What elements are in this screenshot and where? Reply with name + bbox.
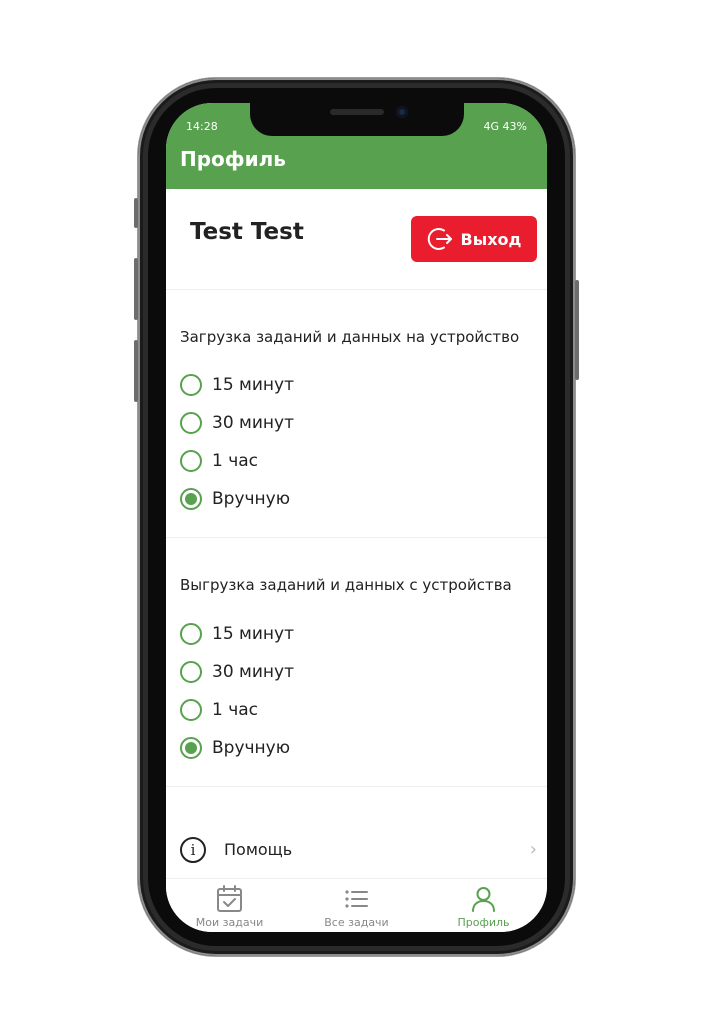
tab-label: Профиль xyxy=(457,916,510,929)
radio-button[interactable] xyxy=(180,699,202,721)
radio-label: 15 минут xyxy=(212,624,294,644)
mute-switch xyxy=(134,198,138,228)
logout-button[interactable]: Выход xyxy=(411,216,537,262)
radio-button[interactable] xyxy=(180,661,202,683)
radio-label: 30 минут xyxy=(212,662,294,682)
download-option-manual[interactable]: Вручную xyxy=(180,484,290,514)
radio-button-selected[interactable] xyxy=(180,488,202,510)
download-option-15min[interactable]: 15 минут xyxy=(180,370,294,400)
volume-down-button xyxy=(134,340,138,402)
download-section: Загрузка заданий и данных на устройство … xyxy=(166,290,547,538)
list-icon xyxy=(345,890,368,908)
radio-button[interactable] xyxy=(180,374,202,396)
status-time: 14:28 xyxy=(186,120,218,133)
tab-all-tasks[interactable]: Все задачи xyxy=(293,879,420,932)
calendar-check-icon xyxy=(217,885,242,912)
radio-label: Вручную xyxy=(212,489,291,509)
status-network: 4G 43% xyxy=(483,120,527,133)
radio-label: 30 минут xyxy=(212,413,294,433)
download-option-1hour[interactable]: 1 час xyxy=(180,446,258,476)
upload-section-title: Выгрузка заданий и данных с устройства xyxy=(180,576,512,594)
chevron-right-icon: › xyxy=(529,839,537,860)
upload-option-1hour[interactable]: 1 час xyxy=(180,695,258,725)
tab-bar: Мои задачи Все задачи Профиль xyxy=(166,878,547,932)
radio-label: 15 минут xyxy=(212,375,294,395)
download-option-30min[interactable]: 30 минут xyxy=(180,408,294,438)
radio-label: 1 час xyxy=(212,700,259,720)
page-title: Профиль xyxy=(180,147,286,171)
tab-my-tasks[interactable]: Мои задачи xyxy=(166,879,293,932)
radio-label: Вручную xyxy=(212,738,291,758)
download-section-title: Загрузка заданий и данных на устройство xyxy=(180,328,520,346)
logout-icon xyxy=(427,228,452,250)
tab-label: Все задачи xyxy=(324,916,389,929)
tab-label: Мои задачи xyxy=(195,916,264,929)
app-header: Профиль xyxy=(166,133,547,189)
user-name: Test Test xyxy=(190,219,304,245)
logout-label: Выход xyxy=(460,229,522,249)
upload-option-manual[interactable]: Вручную xyxy=(180,733,290,763)
profile-row: Test Test Выход xyxy=(166,189,547,290)
radio-button[interactable] xyxy=(180,450,202,472)
phone-screen: 14:28 4G 43% Профиль Test Test Выход Заг… xyxy=(166,103,547,932)
radio-button[interactable] xyxy=(180,412,202,434)
upload-option-15min[interactable]: 15 минут xyxy=(180,619,294,649)
radio-button-selected[interactable] xyxy=(180,737,202,759)
upload-option-30min[interactable]: 30 минут xyxy=(180,657,294,687)
volume-up-button xyxy=(134,258,138,320)
tab-profile[interactable]: Профиль xyxy=(420,879,547,932)
help-label: Помощь xyxy=(224,840,293,859)
radio-label: 1 час xyxy=(212,451,259,471)
phone-notch xyxy=(250,99,464,136)
power-button xyxy=(575,280,579,380)
help-row[interactable]: i Помощь › xyxy=(166,823,547,878)
info-icon: i xyxy=(180,837,206,863)
upload-section: Выгрузка заданий и данных с устройства 1… xyxy=(166,538,547,787)
front-camera xyxy=(396,106,408,118)
phone-speaker xyxy=(330,109,384,115)
person-icon xyxy=(472,887,495,912)
radio-button[interactable] xyxy=(180,623,202,645)
